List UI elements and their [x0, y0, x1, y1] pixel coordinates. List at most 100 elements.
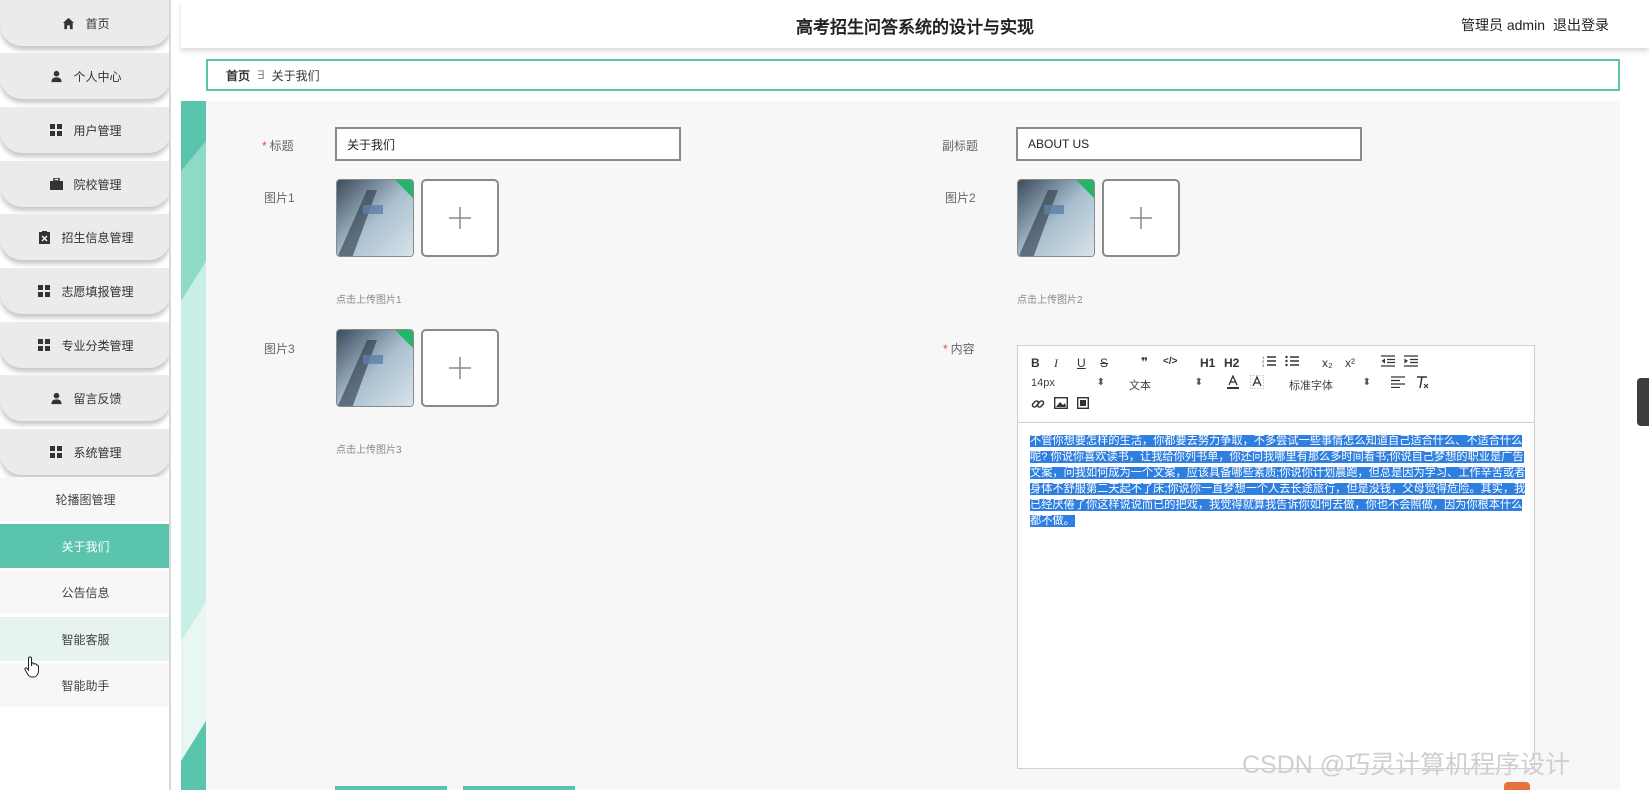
- watermark: CSDN @巧灵计算机程序设计: [1242, 751, 1571, 779]
- subtitle-input[interactable]: ABOUT US: [1016, 127, 1362, 161]
- sidebar-item-label: 首页: [85, 16, 110, 31]
- breadcrumb-separator: ∃: [257, 68, 265, 82]
- side-drawer-handle[interactable]: [1637, 378, 1649, 426]
- app-title: 高考招生问答系统的设计与实现: [796, 18, 1034, 37]
- bullet-list-icon[interactable]: [1285, 355, 1299, 370]
- sidebar-item-system[interactable]: 系统管理: [0, 429, 169, 475]
- sidebar-item-majors[interactable]: 专业分类管理: [0, 322, 169, 368]
- plus-icon: [1130, 207, 1152, 229]
- strikethrough-button[interactable]: S: [1100, 356, 1108, 370]
- ordered-list-icon[interactable]: 123: [1262, 355, 1276, 370]
- editor-content[interactable]: 不管你想要怎样的生活，你都要去努力争取，不多尝试一些事情怎么知道自己适合什么、不…: [1030, 433, 1526, 529]
- blockquote-button[interactable]: ❞: [1141, 355, 1148, 369]
- sidebar-item-feedback[interactable]: 留言反馈: [0, 375, 169, 421]
- breadcrumb-home[interactable]: 首页: [226, 67, 250, 84]
- grid-icon: [37, 284, 51, 298]
- h2-button[interactable]: H2: [1224, 356, 1239, 370]
- grid-icon: [49, 123, 63, 137]
- image2-upload-button[interactable]: [1102, 179, 1180, 257]
- hand-cursor-icon: [24, 656, 39, 678]
- plus-icon: [449, 357, 471, 379]
- sidebar-item-label: 院校管理: [73, 177, 122, 192]
- image3-hint: 点击上传图片3: [336, 445, 402, 456]
- briefcase-icon: [49, 177, 63, 191]
- image1-label: 图片1: [264, 191, 295, 205]
- align-icon[interactable]: [1391, 376, 1405, 391]
- plus-icon: [449, 207, 471, 229]
- video-icon[interactable]: [1076, 396, 1090, 412]
- image2-thumbnail[interactable]: [1017, 179, 1095, 257]
- image-icon[interactable]: [1053, 396, 1069, 412]
- cancel-button[interactable]: [463, 786, 575, 790]
- submit-button[interactable]: [335, 786, 447, 790]
- grid-icon: [49, 445, 63, 459]
- sidebar-subitem-customer-service[interactable]: 智能客服: [0, 617, 169, 661]
- sidebar-item-applications[interactable]: 志愿填报管理: [0, 268, 169, 314]
- sidebar-item-label: 专业分类管理: [61, 338, 134, 353]
- sidebar-item-users[interactable]: 用户管理: [0, 107, 169, 153]
- editor-toolbar: B I U S ❞ </> H1 H2 123 x₂ x² 14px 文本 标准…: [1018, 346, 1534, 423]
- breadcrumb: 首页 ∃ 关于我们: [206, 59, 1620, 91]
- outdent-icon[interactable]: [1381, 355, 1395, 370]
- svg-text:3: 3: [1262, 363, 1265, 367]
- code-button[interactable]: </>: [1163, 356, 1177, 367]
- subscript-button[interactable]: x₂: [1322, 356, 1333, 370]
- block-type-select[interactable]: 文本: [1129, 377, 1203, 393]
- font-size-select[interactable]: 14px: [1031, 377, 1105, 389]
- sidebar-item-label: 留言反馈: [73, 391, 122, 406]
- breadcrumb-current: 关于我们: [271, 68, 320, 83]
- sidebar-subitem-about[interactable]: 关于我们: [0, 524, 169, 568]
- subtitle-label: 副标题: [942, 139, 979, 153]
- image3-label: 图片3: [264, 342, 295, 356]
- user-label: 管理员 admin: [1460, 17, 1545, 33]
- sidebar-subitem-label: 轮播图管理: [55, 492, 116, 507]
- font-family-select[interactable]: 标准字体: [1289, 377, 1371, 393]
- grid-icon: [37, 338, 51, 352]
- user-icon: [49, 69, 63, 83]
- title-input[interactable]: 关于我们: [335, 127, 681, 161]
- sidebar-item-label: 系统管理: [73, 445, 122, 460]
- sidebar-subitem-label: 智能客服: [61, 632, 110, 647]
- sidebar-item-admissions[interactable]: 招生信息管理: [0, 214, 169, 260]
- italic-button[interactable]: I: [1054, 356, 1058, 371]
- image1-upload-button[interactable]: [421, 179, 499, 257]
- rich-text-editor[interactable]: B I U S ❞ </> H1 H2 123 x₂ x² 14px 文本 标准…: [1017, 345, 1535, 769]
- content-label: * 内容: [943, 342, 975, 356]
- sidebar-subitem-carousel[interactable]: 轮播图管理: [0, 477, 169, 521]
- title-label: * 标题: [262, 139, 294, 153]
- h1-button[interactable]: H1: [1200, 356, 1215, 370]
- image1-hint: 点击上传图片1: [336, 295, 402, 306]
- logout-button[interactable]: 退出登录: [1553, 17, 1609, 33]
- image2-label: 图片2: [945, 191, 976, 205]
- sidebar-subitem-label: 智能助手: [61, 678, 110, 693]
- clear-format-icon[interactable]: [1415, 376, 1429, 392]
- sidebar-item-label: 个人中心: [73, 69, 122, 84]
- sidebar-subitem-label: 公告信息: [61, 585, 110, 600]
- user-icon: [49, 391, 63, 405]
- image3-thumbnail[interactable]: [336, 329, 414, 407]
- sidebar-subitem-label: 关于我们: [61, 539, 110, 554]
- superscript-button[interactable]: x²: [1345, 356, 1355, 370]
- bold-button[interactable]: B: [1031, 356, 1040, 370]
- indent-icon[interactable]: [1404, 355, 1418, 370]
- sidebar-subitem-notices[interactable]: 公告信息: [0, 570, 169, 614]
- image1-thumbnail[interactable]: [336, 179, 414, 257]
- underline-button[interactable]: U: [1077, 356, 1086, 370]
- image3-upload-button[interactable]: [421, 329, 499, 407]
- sidebar-item-label: 志愿填报管理: [61, 284, 134, 299]
- font-color-icon[interactable]: [1227, 374, 1239, 392]
- sidebar-item-profile[interactable]: 个人中心: [0, 53, 169, 99]
- user-area: 管理员 admin 退出登录: [1461, 15, 1609, 35]
- back-to-top-button[interactable]: [1504, 782, 1530, 790]
- sidebar-item-home[interactable]: 首页: [0, 0, 169, 46]
- image2-hint: 点击上传图片2: [1017, 295, 1083, 306]
- selected-text: 不管你想要怎样的生活，你都要去努力争取，不多尝试一些事情怎么知道自己适合什么、不…: [1030, 435, 1526, 527]
- top-header: 高考招生问答系统的设计与实现 管理员 admin 退出登录: [181, 0, 1649, 48]
- decorative-stripe: [181, 101, 206, 790]
- home-icon: [61, 16, 75, 30]
- link-icon[interactable]: [1031, 397, 1045, 414]
- clipboard-icon: [37, 230, 51, 244]
- background-color-icon[interactable]: [1249, 374, 1265, 392]
- sidebar-item-schools[interactable]: 院校管理: [0, 161, 169, 207]
- sidebar-item-label: 招生信息管理: [61, 230, 134, 245]
